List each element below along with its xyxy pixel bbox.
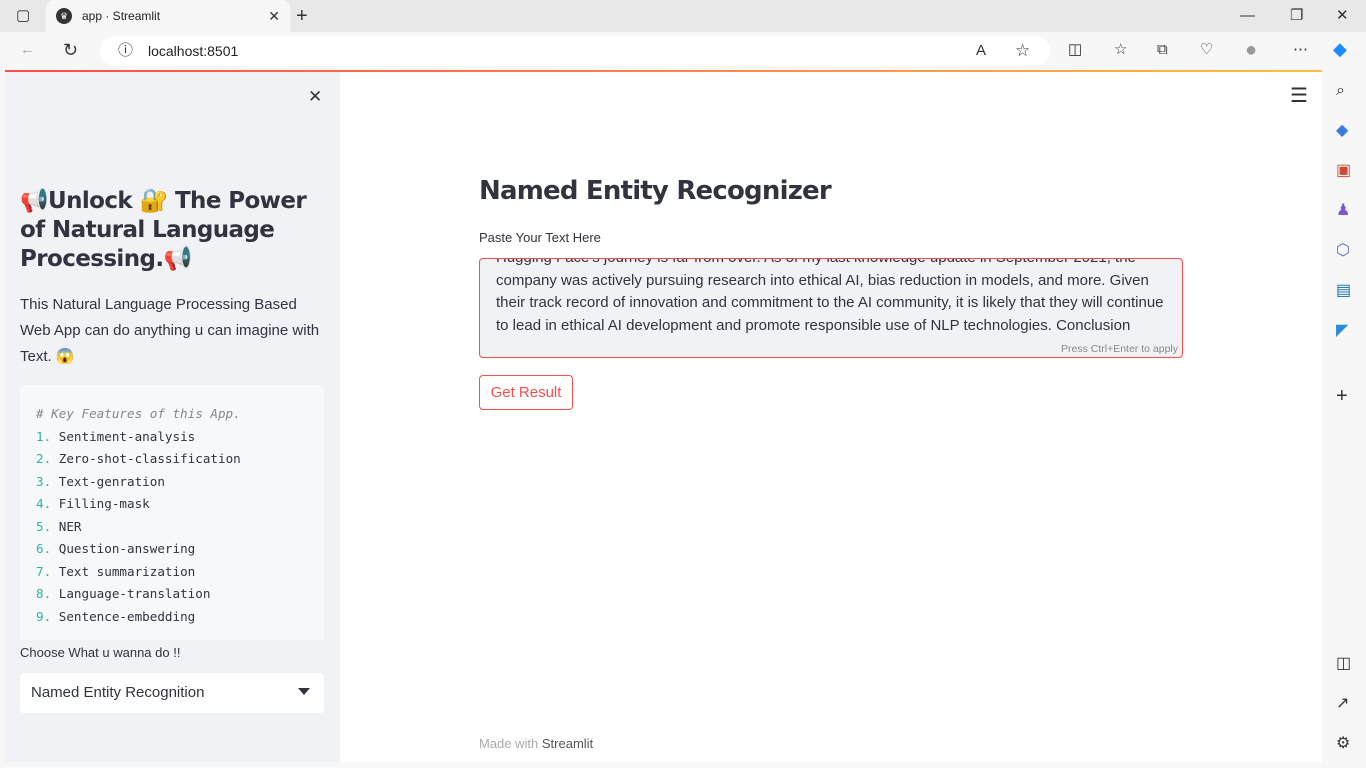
collections-icon[interactable]: ⧉ (1157, 42, 1168, 57)
feature-item: 1. Sentiment-analysis (36, 426, 308, 449)
external-link-icon[interactable]: ↗ (1336, 696, 1349, 712)
address-bar[interactable]: ⓘ localhost:8501 A ☆ (100, 36, 1050, 66)
tag-icon[interactable]: ◆ (1336, 123, 1348, 139)
close-tab-icon[interactable]: ✕ (268, 8, 280, 25)
task-select[interactable]: Named Entity Recognition (20, 673, 324, 713)
sidebar-heading: 📢Unlock 🔐 The Power of Natural Language … (20, 188, 307, 272)
feature-label: Text-genration (58, 473, 165, 489)
text-input-area[interactable]: Hugging Face's journey is far from over.… (479, 258, 1183, 358)
feature-item: 8. Language-translation (36, 583, 308, 606)
sidebar-toggle-icon[interactable]: ▢ (16, 8, 30, 23)
drop-icon[interactable]: ◤ (1336, 323, 1348, 339)
feature-number: 6. (36, 541, 52, 556)
feature-number: 3. (36, 473, 52, 489)
feature-item: 9. Sentence-embedding (36, 606, 308, 629)
sidebar-description: This Natural Language Processing Based W… (20, 296, 320, 365)
hamburger-menu-icon[interactable]: ☰ (1290, 86, 1308, 106)
feature-number: 1. (36, 428, 52, 444)
sidebar-layout-icon[interactable]: ◫ (1336, 656, 1351, 672)
footer: Made with Streamlit (479, 736, 593, 751)
read-aloud-icon[interactable]: A (976, 43, 986, 58)
feature-label: Language-translation (58, 586, 211, 601)
favorite-star-icon[interactable]: ☆ (1015, 42, 1030, 59)
feature-item: 2. Zero-shot-classification (36, 448, 308, 471)
tab-title: app · Streamlit (82, 9, 161, 23)
favorites-icon[interactable]: ☆ (1114, 42, 1127, 57)
close-sidebar-icon[interactable]: ✕ (308, 88, 322, 105)
feature-number: 7. (36, 563, 52, 579)
settings-gear-icon[interactable]: ⚙ (1336, 736, 1350, 752)
feature-number: 5. (36, 518, 52, 534)
split-screen-icon[interactable]: ◫ (1068, 42, 1082, 57)
streamlit-favicon: ♛ (56, 8, 72, 24)
m365-icon[interactable]: ⬡ (1336, 243, 1350, 259)
page-title: Named Entity Recognizer (479, 176, 832, 206)
feature-label: Text summarization (58, 563, 196, 579)
feature-number: 4. (36, 496, 52, 511)
sidebar: ✕ 📢Unlock 🔐 The Power of Natural Languag… (5, 72, 340, 762)
minimize-icon[interactable]: — (1240, 8, 1255, 23)
footer-text: Made with (479, 736, 539, 751)
feature-label: Sentiment-analysis (58, 428, 196, 444)
feature-label: NER (58, 518, 82, 534)
new-tab-icon[interactable]: + (296, 6, 308, 26)
browser-tab[interactable]: ♛ app · Streamlit ✕ (46, 0, 290, 32)
input-hint: Press Ctrl+Enter to apply (1060, 343, 1178, 355)
select-label: Choose What u wanna do !! (20, 645, 181, 660)
profile-avatar[interactable]: ● (1245, 40, 1257, 60)
outlook-icon[interactable]: ▤ (1336, 283, 1351, 299)
games-icon[interactable]: ♟ (1336, 203, 1350, 219)
tab-bar: ▢ ♛ app · Streamlit ✕ + — ❐ ✕ (0, 0, 1366, 32)
select-value: Named Entity Recognition (31, 684, 205, 701)
search-icon[interactable]: ⌕ (1336, 83, 1345, 99)
close-window-icon[interactable]: ✕ (1336, 8, 1349, 23)
toolbox-icon[interactable]: ▣ (1336, 163, 1351, 179)
copilot-icon[interactable]: ◆ (1333, 40, 1347, 58)
feature-label: Filling-mask (58, 496, 150, 511)
feature-item: 4. Filling-mask (36, 493, 308, 516)
text-input-value: Hugging Face's journey is far from over.… (496, 259, 1164, 335)
feature-label: Zero-shot-classification (58, 451, 241, 466)
input-label: Paste Your Text Here (479, 230, 601, 245)
code-comment: # Key Features of this App. (36, 406, 241, 421)
url: localhost:8501 (148, 43, 239, 59)
health-icon[interactable]: ♡ (1200, 42, 1213, 57)
feature-number: 9. (36, 608, 52, 624)
info-icon[interactable]: ⓘ (118, 43, 133, 58)
streamlit-link[interactable]: Streamlit (542, 736, 593, 751)
feature-item: 7. Text summarization (36, 561, 308, 584)
get-result-button[interactable]: Get Result (479, 375, 573, 410)
feature-item: 3. Text-genration (36, 471, 308, 494)
feature-item: 5. NER (36, 516, 308, 539)
feature-number: 2. (36, 451, 52, 466)
features-code-block: # Key Features of this App. 1. Sentiment… (20, 385, 324, 640)
chevron-down-icon (298, 688, 310, 701)
add-icon[interactable]: + (1336, 386, 1348, 406)
streamlit-page: ✕ 📢Unlock 🔐 The Power of Natural Languag… (5, 70, 1322, 762)
feature-item: 6. Question-answering (36, 538, 308, 561)
back-icon[interactable]: ← (20, 42, 35, 57)
feature-label: Sentence-embedding (58, 608, 196, 624)
refresh-icon[interactable]: ↻ (63, 41, 78, 59)
restore-icon[interactable]: ❐ (1290, 8, 1303, 23)
feature-label: Question-answering (58, 541, 196, 556)
more-icon[interactable]: ⋯ (1293, 42, 1308, 57)
feature-number: 8. (36, 586, 52, 601)
edge-sidebar: ⌕ ◆ ▣ ♟ ⬡ ▤ ◤ + ◫ ↗ ⚙ (1324, 70, 1366, 768)
